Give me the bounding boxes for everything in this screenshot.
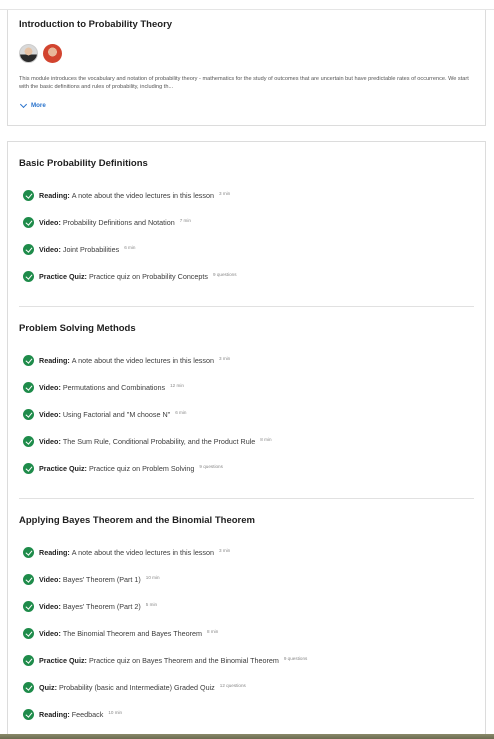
completed-check-icon	[23, 547, 34, 558]
lesson-item[interactable]: Video: Joint Probabilities 6 min	[23, 244, 135, 255]
item-type: Practice Quiz:	[39, 464, 87, 473]
lesson-item[interactable]: Video: Bayes' Theorem (Part 1) 10 min	[23, 574, 160, 585]
item-meta: 10 min	[145, 575, 160, 580]
completed-check-icon	[23, 382, 34, 393]
item-meta: 5 min	[145, 602, 158, 607]
item-meta: 9 questions	[213, 272, 237, 277]
section-title: Basic Probability Definitions	[19, 158, 148, 169]
item-type: Video:	[39, 602, 61, 611]
item-title: The Binomial Theorem and Bayes Theorem	[62, 629, 203, 638]
lesson-item[interactable]: Quiz: Probability (basic and Intermediat…	[23, 682, 246, 693]
more-label: More	[31, 102, 46, 109]
item-meta: 8 min	[207, 629, 219, 634]
lesson-item[interactable]: Reading: A note about the video lectures…	[23, 547, 230, 558]
lesson-item[interactable]: Reading: Feedback 10 min	[23, 709, 122, 720]
item-meta: 6 min	[124, 245, 136, 250]
item-title: A note about the video lectures in this …	[71, 356, 214, 365]
completed-check-icon	[23, 709, 34, 720]
chevron-down-icon	[19, 100, 28, 108]
bottom-edge-bar	[0, 734, 494, 739]
item-type: Reading:	[39, 356, 70, 365]
item-type: Video:	[39, 383, 61, 392]
item-meta: 12 questions	[219, 683, 246, 688]
completed-check-icon	[23, 601, 34, 612]
completed-check-icon	[23, 271, 34, 282]
item-title: The Sum Rule, Conditional Probability, a…	[62, 437, 256, 446]
lesson-item[interactable]: Video: Bayes' Theorem (Part 2) 5 min	[23, 601, 157, 612]
more-toggle[interactable]: More	[19, 100, 46, 109]
item-title: Permutations and Combinations	[62, 383, 166, 392]
module-intro-card: Introduction to Probability Theory This …	[7, 10, 486, 126]
item-meta: 7 min	[179, 218, 191, 223]
item-title: Bayes' Theorem (Part 2)	[62, 602, 141, 611]
lesson-item[interactable]: Video: Permutations and Combinations 12 …	[23, 382, 184, 393]
completed-check-icon	[23, 436, 34, 447]
lesson-item[interactable]: Practice Quiz: Practice quiz on Bayes Th…	[23, 655, 307, 666]
item-meta: 3 min	[219, 548, 231, 553]
item-meta: 3 min	[219, 191, 231, 196]
lessons-card: Basic Probability Definitions Reading: A…	[7, 141, 486, 739]
completed-check-icon	[23, 655, 34, 666]
item-meta: 6 min	[175, 410, 187, 415]
item-type: Video:	[39, 218, 61, 227]
section-title: Applying Bayes Theorem and the Binomial …	[19, 515, 255, 526]
item-type: Video:	[39, 410, 61, 419]
completed-check-icon	[23, 355, 34, 366]
item-title: Practice quiz on Probability Concepts	[88, 272, 208, 281]
item-title: A note about the video lectures in this …	[71, 191, 214, 200]
completed-check-icon	[23, 409, 34, 420]
lesson-item[interactable]: Practice Quiz: Practice quiz on Problem …	[23, 463, 223, 474]
item-type: Video:	[39, 629, 61, 638]
item-type: Practice Quiz:	[39, 272, 87, 281]
item-type: Reading:	[39, 191, 70, 200]
item-title: Probability (basic and Intermediate) Gra…	[58, 683, 215, 692]
instructor-avatar[interactable]	[19, 44, 38, 63]
item-title: Probability Definitions and Notation	[62, 218, 175, 227]
instructor-avatar[interactable]	[43, 44, 62, 63]
completed-check-icon	[23, 628, 34, 639]
completed-check-icon	[23, 244, 34, 255]
lesson-item[interactable]: Video: The Binomial Theorem and Bayes Th…	[23, 628, 218, 639]
item-title: Practice quiz on Problem Solving	[88, 464, 195, 473]
instructor-avatars	[19, 44, 62, 63]
completed-check-icon	[23, 463, 34, 474]
item-title: Feedback	[71, 710, 104, 719]
module-title: Introduction to Probability Theory	[19, 19, 173, 30]
item-title: Practice quiz on Bayes Theorem and the B…	[88, 656, 279, 665]
item-title: Joint Probabilities	[62, 245, 120, 254]
item-meta: 9 questions	[283, 656, 308, 661]
section-divider	[19, 498, 474, 499]
item-type: Practice Quiz:	[39, 656, 87, 665]
item-type: Video:	[39, 245, 61, 254]
item-type: Video:	[39, 437, 61, 446]
completed-check-icon	[23, 190, 34, 201]
item-title: Using Factorial and "M choose N"	[62, 410, 171, 419]
completed-check-icon	[23, 574, 34, 585]
completed-check-icon	[23, 682, 34, 693]
lesson-item[interactable]: Practice Quiz: Practice quiz on Probabil…	[23, 271, 237, 282]
item-meta: 10 min	[108, 710, 123, 715]
item-type: Reading:	[39, 710, 70, 719]
item-meta: 8 min	[260, 437, 272, 442]
item-title: Bayes' Theorem (Part 1)	[62, 575, 141, 584]
lesson-item[interactable]: Video: Probability Definitions and Notat…	[23, 217, 191, 228]
section-divider	[19, 306, 474, 307]
module-description: This module introduces the vocabulary an…	[19, 76, 469, 90]
item-meta: 3 min	[219, 356, 231, 361]
item-type: Reading:	[39, 548, 70, 557]
lesson-item[interactable]: Video: Using Factorial and "M choose N" …	[23, 409, 186, 420]
lesson-item[interactable]: Video: The Sum Rule, Conditional Probabi…	[23, 436, 272, 447]
item-title: A note about the video lectures in this …	[71, 548, 214, 557]
item-meta: 12 min	[170, 383, 184, 388]
item-type: Quiz:	[39, 683, 57, 692]
section-title: Problem Solving Methods	[19, 323, 136, 334]
lesson-item[interactable]: Reading: A note about the video lectures…	[23, 355, 230, 366]
item-type: Video:	[39, 575, 61, 584]
lesson-item[interactable]: Reading: A note about the video lectures…	[23, 190, 230, 201]
completed-check-icon	[23, 217, 34, 228]
item-meta: 9 questions	[199, 464, 223, 469]
